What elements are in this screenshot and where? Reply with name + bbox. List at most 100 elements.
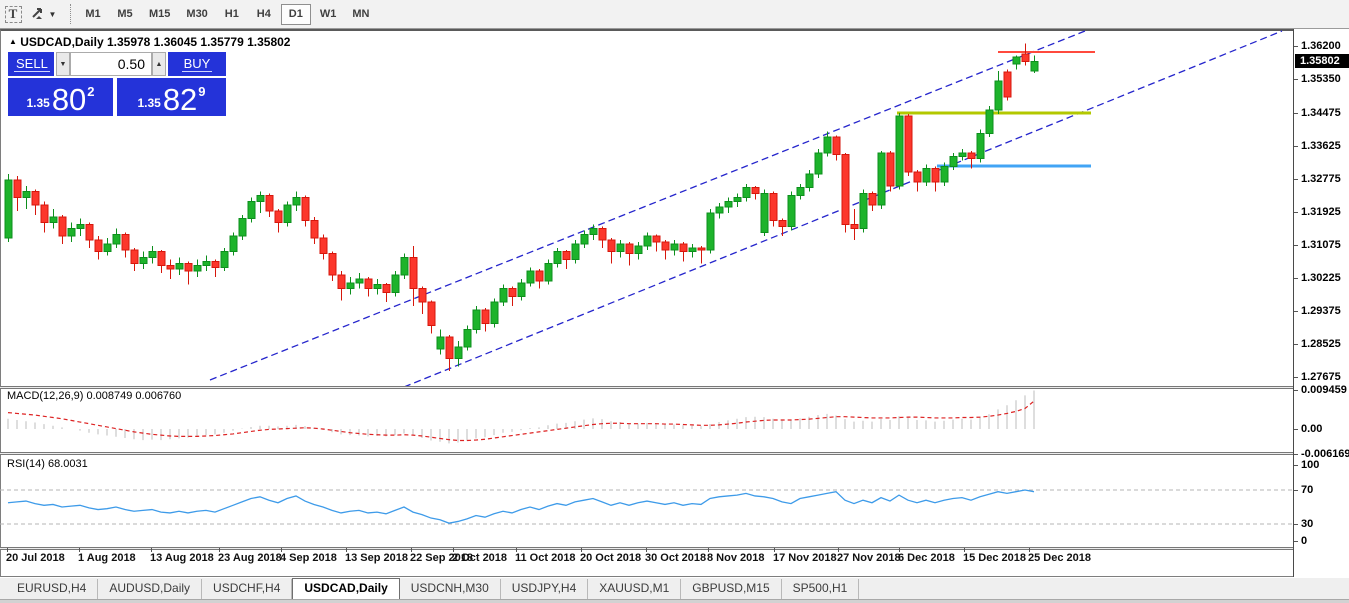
candle-body xyxy=(977,133,984,158)
candle-body xyxy=(77,225,84,229)
axis-tick xyxy=(1294,377,1298,378)
candle-body xyxy=(950,157,957,167)
candle-body xyxy=(176,263,183,269)
axis-tick xyxy=(1294,113,1298,114)
axis-tick xyxy=(1294,524,1298,525)
timeframe-button-w1[interactable]: W1 xyxy=(313,4,344,25)
timeframe-button-m15[interactable]: M15 xyxy=(142,4,177,25)
candle-body xyxy=(140,258,147,264)
candle-body xyxy=(500,289,507,303)
axis-tick xyxy=(1294,344,1298,345)
candle-body xyxy=(644,236,651,246)
candle-body xyxy=(617,244,624,252)
price-axis-label: 1.30225 xyxy=(1301,272,1341,284)
chart-tab-gbpusd[interactable]: GBPUSD,M15 xyxy=(681,579,781,599)
date-label: 27 Nov 2018 xyxy=(837,552,901,564)
arrows-tool-icon[interactable]: ▼ xyxy=(26,3,60,25)
timeframe-button-h1[interactable]: H1 xyxy=(217,4,247,25)
chart-tab-audusd[interactable]: AUDUSD,Daily xyxy=(98,579,202,599)
volume-input[interactable] xyxy=(70,52,152,76)
candle-body xyxy=(923,168,930,182)
candle-body xyxy=(329,254,336,275)
candle-body xyxy=(995,81,1002,110)
date-label: 20 Jul 2018 xyxy=(6,552,65,564)
price-axis[interactable]: 1.362001.353501.344751.336251.327751.319… xyxy=(1293,29,1349,577)
chart-tab-sp500[interactable]: SP500,H1 xyxy=(782,579,860,599)
sell-button[interactable]: SELL xyxy=(8,52,54,76)
timeframe-button-mn[interactable]: MN xyxy=(345,4,376,25)
candle-body xyxy=(149,252,156,258)
candle-body xyxy=(257,195,264,201)
candle-body xyxy=(185,263,192,271)
rsi-axis-label: 70 xyxy=(1301,484,1313,496)
price-axis-label: 1.33625 xyxy=(1301,140,1341,152)
candle-body xyxy=(941,166,948,182)
candle-body xyxy=(392,275,399,292)
date-label: 13 Aug 2018 xyxy=(150,552,214,564)
macd-pane-canvas[interactable] xyxy=(0,389,1293,452)
candle-body xyxy=(311,221,318,238)
sell-price-display[interactable]: 1.35 80 2 xyxy=(8,78,113,116)
candle-body xyxy=(239,219,246,236)
chart-tab-eurusd[interactable]: EURUSD,H4 xyxy=(6,579,98,599)
candle-body xyxy=(122,234,129,250)
chart-tab-usdchf[interactable]: USDCHF,H4 xyxy=(202,579,292,599)
volume-decrease-button[interactable]: ▼ xyxy=(56,52,70,76)
axis-tick xyxy=(1294,245,1298,246)
candle-body xyxy=(95,240,102,252)
timeframe-group: M1M5M15M30H1H4D1W1MN xyxy=(77,4,377,25)
axis-tick xyxy=(1294,390,1298,391)
timeframe-button-d1[interactable]: D1 xyxy=(281,4,311,25)
candle-body xyxy=(14,180,21,197)
candle-body xyxy=(401,258,408,275)
candle-body xyxy=(698,248,705,250)
candle-body xyxy=(104,244,111,252)
price-axis-label: 1.28525 xyxy=(1301,338,1341,350)
rsi-pane-canvas[interactable] xyxy=(0,455,1293,547)
candle-body xyxy=(275,211,282,223)
candle-body xyxy=(365,279,372,289)
timeframe-button-m1[interactable]: M1 xyxy=(78,4,108,25)
candle-body xyxy=(563,252,570,260)
timeframe-button-m30[interactable]: M30 xyxy=(179,4,214,25)
price-axis-label: 1.31075 xyxy=(1301,239,1341,251)
chart-tab-bar: EURUSD,H4AUDUSD,DailyUSDCHF,H4USDCAD,Dai… xyxy=(0,578,1349,599)
rsi-axis-label: 30 xyxy=(1301,518,1313,530)
chart-tab-usdjpy[interactable]: USDJPY,H4 xyxy=(501,579,588,599)
candle-body xyxy=(959,153,966,157)
candle-body xyxy=(473,310,480,329)
candle-body xyxy=(50,217,57,223)
candle-body xyxy=(293,197,300,205)
price-axis-label: 1.31925 xyxy=(1301,206,1341,218)
candle-body xyxy=(797,188,804,196)
candle-body xyxy=(23,192,30,198)
buy-price-display[interactable]: 1.35 82 9 xyxy=(117,78,226,116)
axis-tick xyxy=(1294,490,1298,491)
candle-body xyxy=(338,275,345,289)
axis-tick xyxy=(1294,179,1298,180)
candle-body xyxy=(671,244,678,250)
channel-trendline[interactable] xyxy=(210,31,1085,380)
candle-body xyxy=(464,329,471,346)
candle-body xyxy=(779,221,786,227)
timeframe-button-m5[interactable]: M5 xyxy=(110,4,140,25)
candle-body xyxy=(212,261,219,267)
price-axis-label: 1.36200 xyxy=(1301,40,1341,52)
chart-tab-xauusd[interactable]: XAUUSD,M1 xyxy=(588,579,681,599)
candle-body xyxy=(626,244,633,254)
candle-body xyxy=(968,153,975,159)
buy-button[interactable]: BUY xyxy=(168,52,226,76)
axis-tick xyxy=(1294,454,1298,455)
rsi-axis-label: 100 xyxy=(1301,459,1319,471)
candle-body xyxy=(860,194,867,229)
chart-tab-usdcnh[interactable]: USDCNH,M30 xyxy=(400,579,501,599)
price-axis-label: 1.35350 xyxy=(1301,73,1341,85)
candle-body xyxy=(806,174,813,188)
text-tool-icon[interactable]: T xyxy=(2,3,24,25)
chart-tab-usdcad[interactable]: USDCAD,Daily xyxy=(292,578,399,599)
candle-body xyxy=(689,248,696,252)
candle-body xyxy=(905,116,912,172)
candle-body xyxy=(986,110,993,133)
timeframe-button-h4[interactable]: H4 xyxy=(249,4,279,25)
volume-increase-button[interactable]: ▲ xyxy=(152,52,166,76)
